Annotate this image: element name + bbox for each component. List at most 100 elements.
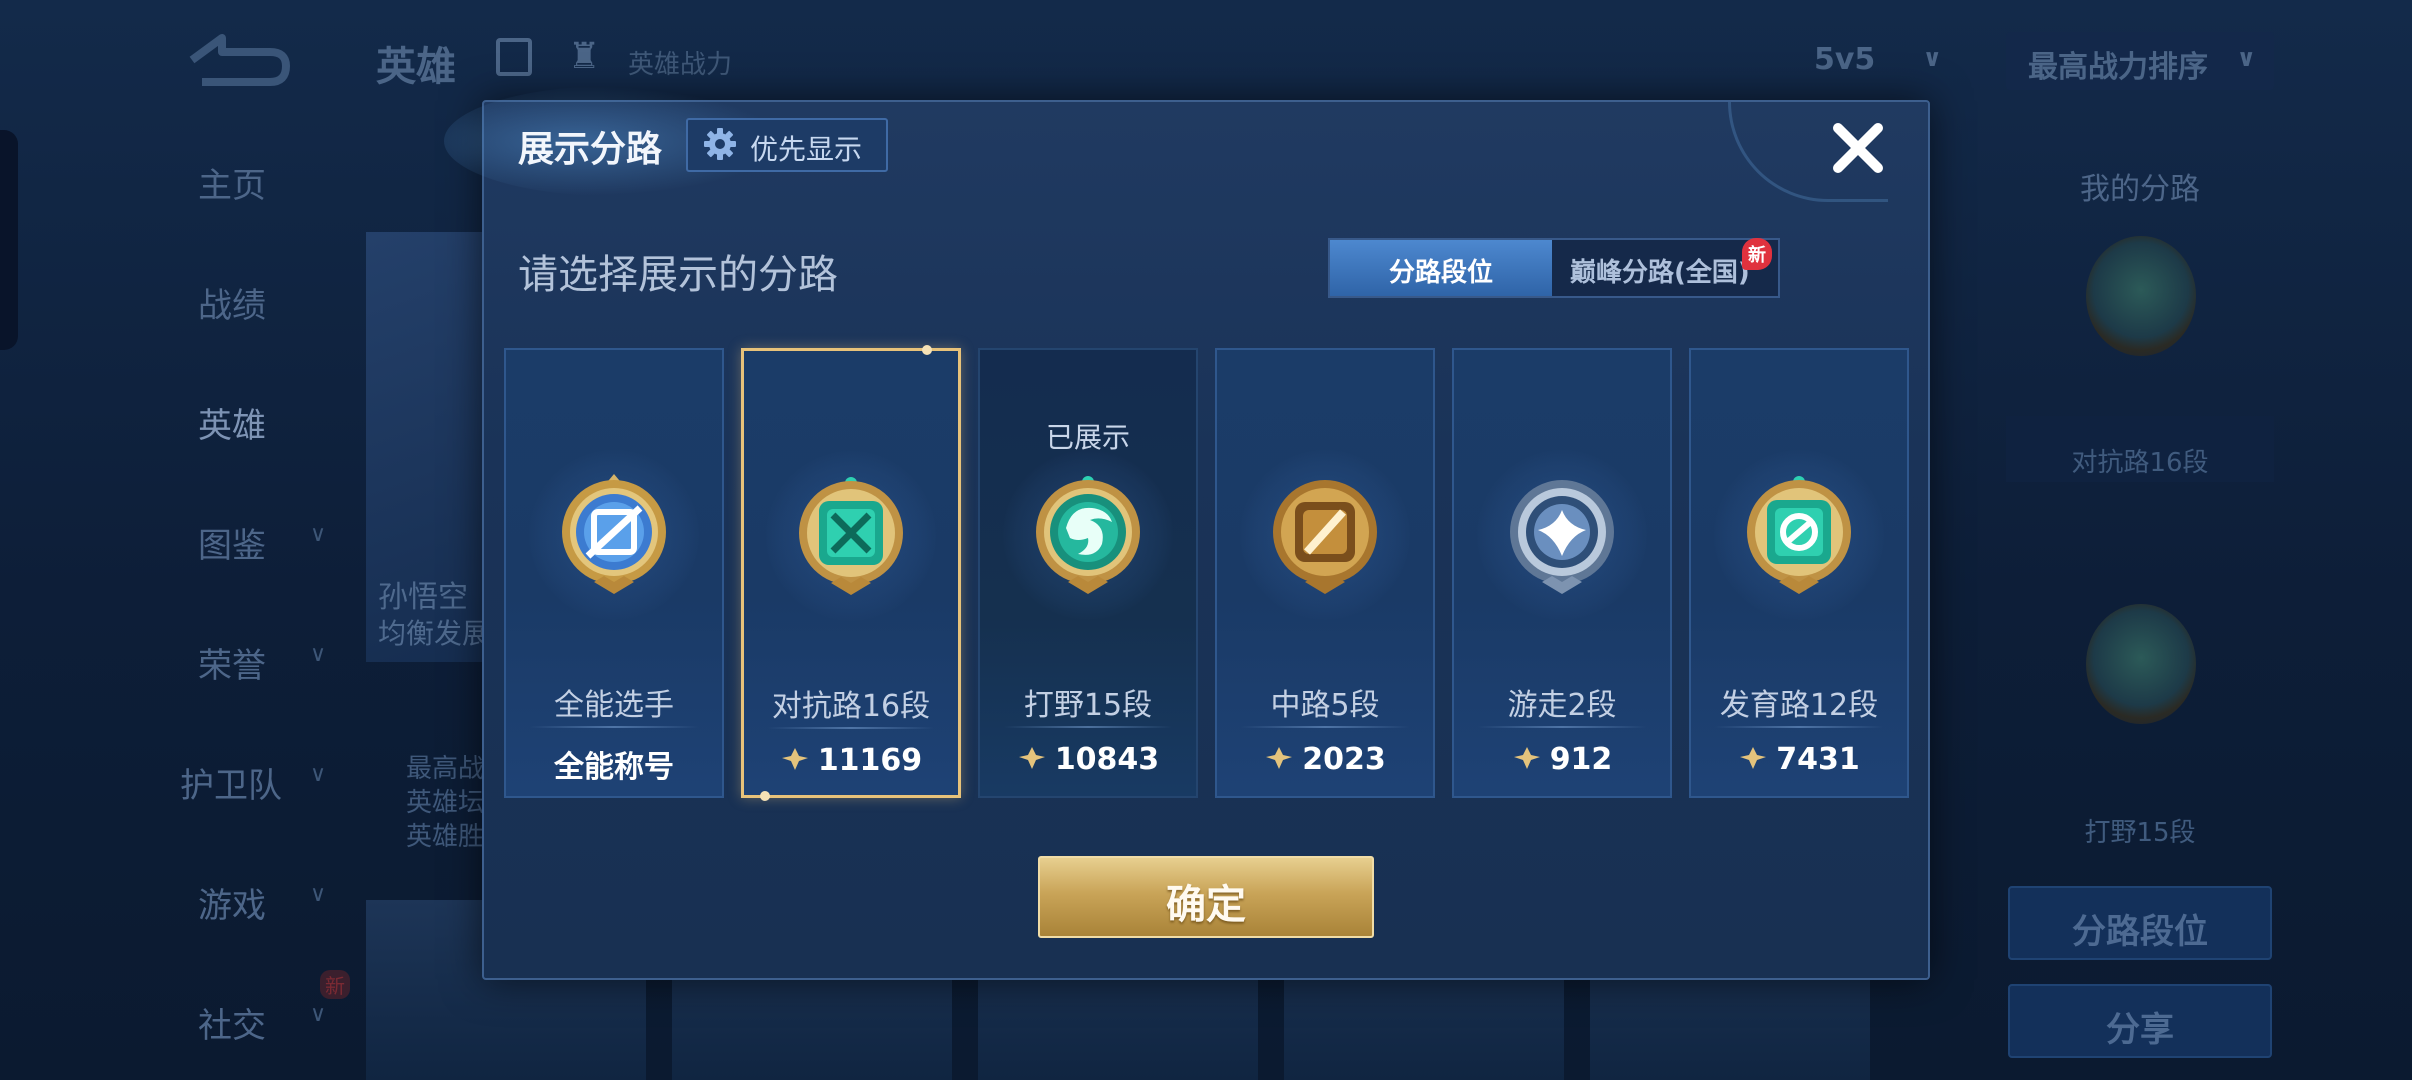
lane-display-dialog: 展示分路 优先显示 请选择展示的分路 分路段位 巅峰分路(全国) 新 全能选手 … xyxy=(444,86,1930,980)
power-icon xyxy=(781,748,808,770)
tab-lane-rank[interactable]: 分路段位 xyxy=(1330,240,1552,296)
jungle-medal-icon xyxy=(1036,476,1140,594)
card-lane-name: 游走2段 xyxy=(1507,688,1617,723)
lane-tabs: 分路段位 巅峰分路(全国) 新 xyxy=(1328,238,1780,298)
hero-power-label: 英雄战力 xyxy=(628,50,733,80)
lane-card-roam[interactable]: 游走2段 912 xyxy=(1452,348,1672,798)
mode-select-value: 5v5 xyxy=(1814,42,1876,77)
lane-card-jungle[interactable]: 已展示 打野15段 10843 xyxy=(978,348,1198,798)
tab-peak-lane-label: 巅峰分路(全国) xyxy=(1570,258,1750,288)
card-value-text: 912 xyxy=(1549,742,1613,777)
sort-select[interactable]: 最高战力排序 ∨ xyxy=(2006,32,2274,90)
lane-rank-label: 打野15段 xyxy=(2084,818,2196,848)
sidebar-item-game[interactable]: 游戏 ∨ xyxy=(150,870,350,930)
power-icon xyxy=(1018,747,1045,769)
farm-lane-medal-icon xyxy=(1747,476,1851,594)
power-icon xyxy=(1740,747,1767,769)
chevron-down-icon: ∨ xyxy=(1922,44,1943,72)
gear-icon xyxy=(704,128,736,160)
selection-corner-dot xyxy=(922,345,932,355)
card-lane-name: 全能选手 xyxy=(554,688,674,723)
card-value: 7431 xyxy=(1691,742,1907,777)
clash-lane-medal-icon xyxy=(2086,236,2196,356)
lane-card-farm[interactable]: 发育路12段 7431 xyxy=(1689,348,1909,798)
chevron-down-icon: ∨ xyxy=(310,882,327,907)
share-button[interactable]: 分享 xyxy=(2008,984,2272,1058)
card-divider xyxy=(530,726,698,728)
card-lane-name: 发育路12段 xyxy=(1719,688,1879,723)
card-value: 2023 xyxy=(1217,742,1433,777)
hero-stats: 最高战 英雄坛 英雄胜 xyxy=(406,754,485,852)
roam-medal-icon xyxy=(1510,480,1614,594)
tab-peak-lane[interactable]: 巅峰分路(全国) 新 xyxy=(1554,238,1778,296)
sidebar-item-codex[interactable]: 图鉴 ∨ xyxy=(150,510,350,570)
sidebar-item-honor[interactable]: 荣誉 ∨ xyxy=(150,630,350,690)
my-lanes-panel: 我的分路 对抗路16段 打野15段 xyxy=(2006,150,2274,870)
dialog-title: 展示分路 xyxy=(518,129,663,170)
card-divider xyxy=(1004,726,1172,728)
sidebar-item-home[interactable]: 主页 xyxy=(150,150,350,210)
new-badge: 新 xyxy=(320,970,350,999)
sidebar-item-record[interactable]: 战绩 xyxy=(150,270,350,330)
side-handle xyxy=(0,130,18,350)
chevron-down-icon: ∨ xyxy=(310,642,327,667)
power-icon xyxy=(1513,747,1540,769)
dialog-subtitle: 请选择展示的分路 xyxy=(518,252,838,298)
medal-glow xyxy=(1477,450,1647,620)
chevron-down-icon: ∨ xyxy=(2236,44,2257,72)
card-value-text: 10843 xyxy=(1054,742,1160,777)
helmet-icon: ♜ xyxy=(568,36,601,77)
priority-display-button[interactable]: 优先显示 xyxy=(686,118,888,172)
card-divider xyxy=(1715,726,1883,728)
medal-glow xyxy=(529,450,699,620)
medal-glow xyxy=(1714,450,1884,620)
card-value: 11169 xyxy=(744,743,958,778)
chevron-down-icon: ∨ xyxy=(310,1002,327,1027)
lane-card-all-round[interactable]: 全能选手 全能称号 xyxy=(504,348,724,798)
my-lanes-title: 我的分路 xyxy=(2080,172,2200,207)
card-divider xyxy=(1241,726,1409,728)
medal-glow xyxy=(1003,450,1173,620)
chevron-down-icon: ∨ xyxy=(310,762,327,787)
medal-glow xyxy=(1240,450,1410,620)
card-lane-name: 打野15段 xyxy=(1023,688,1153,723)
mode-select[interactable]: 5v5 ∨ xyxy=(1780,36,1960,88)
new-badge: 新 xyxy=(1742,238,1772,270)
sidebar-item-social[interactable]: 社交 ∨ 新 xyxy=(150,970,350,1050)
sidebar-item-heroes[interactable]: 英雄 xyxy=(150,390,350,450)
card-value-text: 7431 xyxy=(1776,742,1860,777)
card-divider xyxy=(1478,726,1646,728)
jungle-medal-icon xyxy=(2086,604,2196,724)
card-value-text: 2023 xyxy=(1302,742,1386,777)
card-value: 全能称号 xyxy=(506,742,722,786)
list-icon[interactable] xyxy=(496,38,532,76)
lane-card-clash[interactable]: 对抗路16段 11169 xyxy=(741,345,961,801)
confirm-button[interactable]: 确定 xyxy=(1038,856,1374,938)
card-lane-name: 对抗路16段 xyxy=(771,689,931,724)
page-title: 英雄 xyxy=(376,44,456,90)
all-round-medal-icon xyxy=(562,474,666,594)
power-icon xyxy=(1266,747,1293,769)
close-icon[interactable] xyxy=(1826,116,1890,180)
selection-corner-dot xyxy=(760,791,770,801)
hero-card-name: 孙悟空 xyxy=(378,580,468,615)
card-value-text: 11169 xyxy=(817,743,923,778)
mid-lane-medal-icon xyxy=(1273,480,1377,594)
card-value: 10843 xyxy=(980,742,1196,777)
card-divider xyxy=(768,727,934,729)
chevron-down-icon: ∨ xyxy=(310,522,327,547)
clash-lane-medal-icon xyxy=(799,477,903,595)
lane-rank-button[interactable]: 分路段位 xyxy=(2008,886,2272,960)
card-lane-name: 中路5段 xyxy=(1270,688,1380,723)
medal-glow xyxy=(766,451,936,621)
lane-card-mid[interactable]: 中路5段 2023 xyxy=(1215,348,1435,798)
sort-select-value: 最高战力排序 xyxy=(2028,50,2208,85)
lane-rank-label: 对抗路16段 xyxy=(2071,448,2209,478)
back-arrow-icon[interactable] xyxy=(182,30,292,90)
card-value: 912 xyxy=(1454,742,1670,777)
priority-display-label: 优先显示 xyxy=(750,133,863,166)
card-value-text: 全能称号 xyxy=(554,750,674,785)
hero-card-subtitle: 均衡发展 xyxy=(378,617,491,650)
lane-card-list: 全能选手 全能称号 对抗路16段 11169 已展示 打野15段 10843 中… xyxy=(504,345,1914,801)
sidebar-item-guard[interactable]: 护卫队 ∨ xyxy=(150,750,350,810)
